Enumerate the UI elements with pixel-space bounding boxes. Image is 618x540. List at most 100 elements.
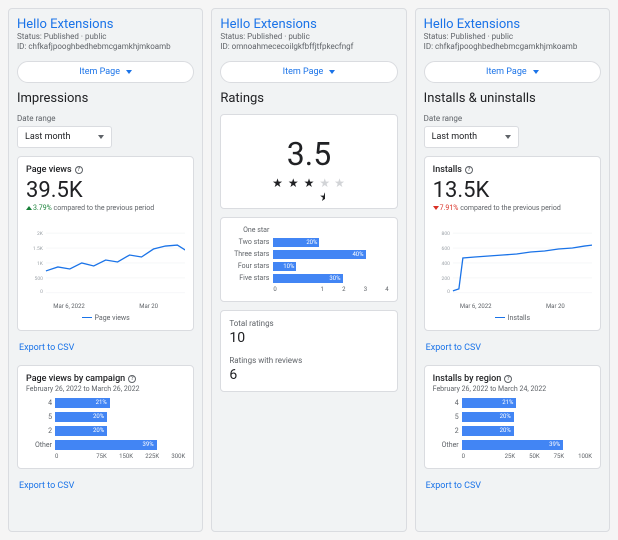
xtick: Mar 6, 2022	[53, 303, 85, 310]
ext-id: ID: chfkafjpooghbedhebmcgamkhjmkoamb	[424, 42, 601, 52]
rating-dist-row: Three stars40%	[229, 250, 388, 259]
xaxis: 075K150K225K300K	[55, 453, 185, 460]
xtick: 75K	[554, 453, 565, 460]
xtick: 150K	[119, 453, 133, 460]
hbar-value: 20%	[93, 426, 104, 436]
rating-dist-label: Two stars	[229, 238, 269, 246]
item-page-label: Item Page	[486, 67, 527, 77]
export-csv-button[interactable]: Export to CSV	[424, 477, 601, 495]
card-subtitle: February 26, 2022 to March 26, 2022	[26, 385, 185, 393]
legend-label: Page views	[95, 314, 130, 322]
delta-suffix: compared to the previous period	[54, 204, 155, 212]
delta-pct: 7.91%	[440, 204, 459, 212]
help-icon[interactable]: ?	[75, 166, 83, 174]
legend-label: Installs	[508, 314, 531, 322]
legend: Installs	[433, 314, 592, 322]
delta-row: 3.79% compared to the previous period	[26, 204, 185, 212]
hbar-value: 39%	[549, 440, 560, 450]
xtick: 0	[273, 286, 302, 293]
xtick: 75K	[96, 453, 107, 460]
rating-dist-row: Four stars 10%	[229, 262, 388, 271]
reviews-label: Ratings with reviews	[229, 356, 388, 365]
hbar-value: 20%	[500, 426, 511, 436]
rating-dist-row: Two stars20%	[229, 238, 388, 247]
hbar-value: 20%	[93, 412, 104, 422]
item-page-dropdown[interactable]: Item Page	[220, 61, 397, 83]
item-page-dropdown[interactable]: Item Page	[17, 61, 194, 83]
hbar-value: 39%	[143, 440, 154, 450]
rating-dist-row: Five stars 30%	[229, 274, 388, 283]
hbar-value: 21%	[502, 398, 513, 408]
card-rating-score: 3.5 ★ ★ ★ ★★ ★	[220, 114, 397, 209]
export-csv-button[interactable]: Export to CSV	[424, 339, 601, 357]
rating-dist-row: One star	[229, 226, 388, 235]
card-region: Installs by region? February 26, 2022 to…	[424, 365, 601, 469]
ext-title[interactable]: Hello Extensions	[424, 17, 601, 32]
ytick: 0	[447, 289, 450, 295]
rating-dist-label: Three stars	[229, 250, 269, 258]
ytick: 400	[441, 261, 450, 267]
ytick: 0	[40, 289, 43, 295]
rating-dist-label: Five stars	[229, 274, 269, 282]
ext-status: Status: Published · public	[17, 32, 194, 42]
caret-down-icon	[533, 70, 539, 74]
hbar-label: 2	[26, 427, 52, 435]
xtick: 4	[385, 286, 388, 293]
rating-dist-value: 30%	[329, 274, 340, 283]
date-range-label: Date range	[424, 114, 601, 123]
rating-dist-label: One star	[229, 226, 269, 234]
delta-suffix: compared to the previous period	[460, 204, 561, 212]
help-icon[interactable]: ?	[465, 166, 473, 174]
rating-dist-value: 10%	[283, 262, 294, 271]
big-number: 39.5K	[26, 178, 185, 203]
help-icon[interactable]: ?	[504, 375, 512, 383]
line-chart: 800 600 400 200 0	[433, 218, 592, 298]
header: Hello Extensions Status: Published · pub…	[17, 17, 194, 53]
export-csv-button[interactable]: Export to CSV	[17, 477, 194, 495]
card-rating-dist: One star Two stars20% Three stars40% Four s…	[220, 217, 397, 302]
legend: Page views	[26, 314, 185, 322]
hbar-row: 2 20%	[26, 426, 185, 436]
card-title: Page views	[26, 165, 72, 175]
export-csv-button[interactable]: Export to CSV	[17, 339, 194, 357]
rating-dist-chart: One star Two stars20% Three stars40% Four s…	[229, 226, 388, 283]
ytick: 600	[441, 246, 450, 252]
section-title: Installs & uninstalls	[424, 91, 601, 106]
rating-dist-label: Four stars	[229, 262, 269, 270]
ext-title[interactable]: Hello Extensions	[17, 17, 194, 32]
ext-id: ID: chfkafjpooghbedhebmcgamkhjmkoamb	[17, 42, 194, 52]
hbar-row: Other 39%	[433, 440, 592, 450]
xtick: 0	[55, 453, 84, 460]
section-title: Impressions	[17, 91, 194, 106]
card-subtitle: February 26, 2022 to March 24, 2022	[433, 385, 592, 393]
xtick: 25K	[505, 453, 516, 460]
help-icon[interactable]: ?	[128, 375, 136, 383]
xtick: 100K	[578, 453, 592, 460]
hbar-label: 4	[26, 399, 52, 407]
star-row: ★ ★ ★ ★★ ★	[229, 176, 388, 190]
xaxis: 01234	[273, 286, 388, 293]
ytick: 800	[441, 231, 450, 237]
hbar-label: Other	[433, 441, 459, 449]
ytick: 2K	[37, 231, 44, 237]
ytick: 1K	[37, 261, 44, 267]
date-range-select[interactable]: Last month	[424, 126, 519, 148]
hbar-row: 520%	[26, 412, 185, 422]
xtick: 50K	[529, 453, 540, 460]
item-page-dropdown[interactable]: Item Page	[424, 61, 601, 83]
card-installs: Installs? 13.5K 7.91% compared to the pr…	[424, 156, 601, 331]
col-impressions: Hello Extensions Status: Published · pub…	[8, 8, 203, 532]
ext-title[interactable]: Hello Extensions	[220, 17, 397, 32]
date-range-value: Last month	[25, 132, 70, 142]
ytick: 500	[35, 276, 44, 282]
trend-up-icon	[26, 206, 32, 210]
xtick: 2	[342, 286, 345, 293]
legend-dash-icon	[82, 317, 92, 318]
date-range-select[interactable]: Last month	[17, 126, 112, 148]
hbar-value: 20%	[500, 412, 511, 422]
total-ratings-label: Total ratings	[229, 319, 388, 328]
card-rating-totals: Total ratings 10 Ratings with reviews 6	[220, 310, 397, 392]
hbar-label: 2	[433, 427, 459, 435]
xtick: Mar 20	[139, 303, 158, 310]
card-title: Installs by region	[433, 374, 502, 384]
